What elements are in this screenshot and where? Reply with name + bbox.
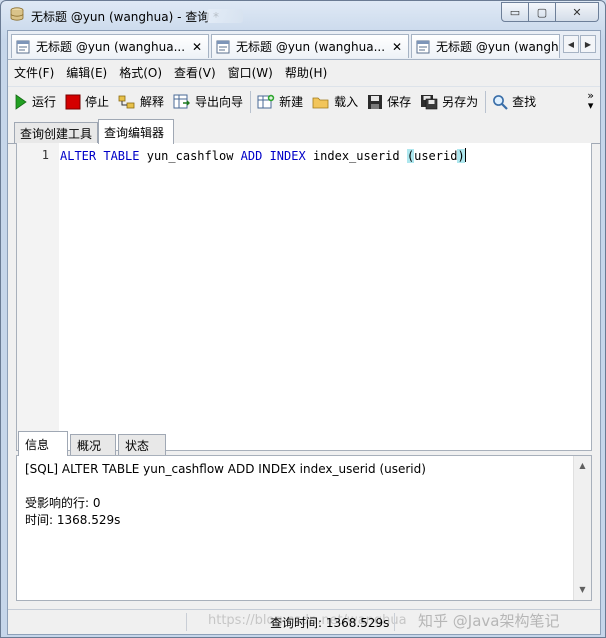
tab-close-icon[interactable]: ✕: [190, 40, 204, 54]
doc-tab-3[interactable]: 无标题 @yun (wangh: [411, 34, 560, 58]
save-label: 保存: [387, 95, 412, 109]
stop-button[interactable]: 停止: [65, 93, 109, 110]
scroll-up-icon[interactable]: ▲: [574, 458, 591, 474]
doc-tab-2[interactable]: 无标题 @yun (wanghua... ✕: [211, 34, 409, 58]
export-wizard-label: 导出向导: [195, 95, 244, 109]
find-button[interactable]: 查找: [492, 93, 536, 110]
tab-query-editor[interactable]: 查询编辑器: [98, 119, 174, 144]
tab-status[interactable]: 状态: [118, 434, 166, 456]
tab-query-builder[interactable]: 查询创建工具: [14, 122, 98, 143]
explain-icon: [118, 95, 135, 108]
search-icon: [493, 94, 508, 110]
tab-profile[interactable]: 概况: [70, 434, 116, 456]
query-time-text: 查询时间: 1368.529s: [270, 616, 390, 630]
query-tab-icon: [416, 40, 430, 53]
maximize-icon: ▢: [536, 5, 548, 19]
menu-help[interactable]: 帮助(H): [285, 64, 327, 81]
sql-keyword: ALTER: [60, 149, 97, 163]
doc-tab-label: 无标题 @yun (wangh: [436, 40, 559, 54]
message-sql: [SQL] ALTER TABLE yun_cashflow ADD INDEX…: [25, 462, 426, 476]
code-line[interactable]: ALTER TABLE yun_cashflow ADD INDEX index…: [60, 148, 466, 163]
toolbar-overflow-icon[interactable]: » ▾: [587, 89, 594, 111]
tab-scroll-left-icon[interactable]: ◀: [563, 35, 579, 53]
message-text: [SQL] ALTER TABLE yun_cashflow ADD INDEX…: [25, 461, 426, 529]
stop-icon: [65, 94, 81, 109]
minimize-icon: ▭: [509, 5, 521, 19]
save-as-icon: [421, 94, 438, 109]
line-number: 1: [41, 148, 49, 162]
sql-column-name: userid: [414, 149, 458, 163]
status-divider: [394, 613, 395, 631]
tab-close-icon[interactable]: ✕: [390, 40, 404, 54]
message-time: 时间: 1368.529s: [25, 513, 121, 527]
save-as-button[interactable]: 另存为: [420, 93, 478, 110]
toolbar-separator: [485, 90, 487, 113]
export-icon: [173, 94, 191, 108]
client-area: 无标题 @yun (wanghua... ✕ 无标题 @yun (wanghua…: [7, 30, 601, 635]
paren-close: ): [457, 149, 465, 163]
menu-edit[interactable]: 编辑(E): [66, 64, 107, 81]
maximize-button[interactable]: ▢: [529, 2, 556, 22]
sql-keyword: TABLE: [103, 149, 140, 163]
query-tab-icon: [16, 40, 30, 53]
message-affected-rows: 受影响的行: 0: [25, 496, 101, 510]
save-icon: [368, 94, 383, 109]
doc-tab-label: 无标题 @yun (wanghua...: [236, 40, 386, 54]
status-bar: https://blog.csdn.net/wanghua 查询时间: 1368…: [8, 609, 600, 634]
save-button[interactable]: 保存: [367, 93, 411, 110]
document-tab-strip: 无标题 @yun (wanghua... ✕ 无标题 @yun (wanghua…: [8, 31, 600, 60]
tab-info[interactable]: 信息: [18, 431, 68, 456]
close-button[interactable]: ✕: [556, 2, 599, 22]
watermark-brand: 知乎 @Java架构笔记: [418, 612, 560, 630]
sql-table-name: yun_cashflow: [146, 149, 234, 163]
message-scrollbar[interactable]: ▲ ▼: [573, 456, 591, 600]
menu-bar: 文件(F) 编辑(E) 格式(O) 查看(V) 窗口(W) 帮助(H): [8, 61, 600, 83]
sql-index-name: index_userid: [312, 149, 400, 163]
scroll-down-icon[interactable]: ▼: [574, 582, 591, 598]
export-wizard-button[interactable]: 导出向导: [173, 93, 243, 110]
editor-tab-strip: 查询创建工具 查询编辑器: [8, 119, 600, 144]
title-blur: [207, 9, 243, 23]
menu-file[interactable]: 文件(F): [14, 64, 54, 81]
stop-label: 停止: [85, 95, 110, 109]
text-caret: [464, 148, 466, 162]
load-label: 载入: [334, 95, 359, 109]
line-number-gutter: 1: [17, 143, 59, 450]
message-panel[interactable]: [SQL] ALTER TABLE yun_cashflow ADD INDEX…: [16, 455, 592, 601]
load-button[interactable]: 载入: [312, 93, 358, 110]
menu-window[interactable]: 窗口(W): [228, 64, 273, 81]
find-label: 查找: [512, 95, 537, 109]
tab-scroll-right-icon[interactable]: ▶: [580, 35, 596, 53]
sql-editor[interactable]: 1 ALTER TABLE yun_cashflow ADD INDEX ind…: [16, 143, 592, 451]
minimize-button[interactable]: ▭: [501, 2, 529, 22]
query-tab-icon: [216, 40, 230, 53]
explain-button[interactable]: 解释: [118, 93, 164, 110]
new-label: 新建: [279, 95, 304, 109]
run-label: 运行: [32, 95, 57, 109]
save-as-label: 另存为: [442, 95, 479, 109]
run-icon: [15, 93, 27, 110]
window-controls: ▭ ▢ ✕: [501, 2, 599, 22]
status-divider: [186, 613, 187, 631]
folder-icon: [312, 97, 329, 108]
new-button[interactable]: 新建: [257, 93, 303, 110]
app-window: 无标题 @yun (wanghua) - 查询 * ▭ ▢ ✕ 无标题 @yun…: [0, 0, 606, 638]
new-query-icon: [257, 94, 275, 108]
run-button[interactable]: 运行: [14, 93, 56, 110]
result-tab-strip: 信息 概况 状态: [16, 431, 592, 456]
title-bar[interactable]: 无标题 @yun (wanghua) - 查询 * ▭ ▢ ✕: [1, 1, 605, 29]
toolbar-separator: [250, 90, 252, 113]
doc-tab-1[interactable]: 无标题 @yun (wanghua... ✕: [11, 34, 209, 58]
app-icon: [10, 7, 24, 21]
explain-label: 解释: [140, 95, 165, 109]
sql-keyword: INDEX: [269, 149, 306, 163]
toolbar: 运行 停止 解释 导出向导 新建 载入 保存 另存为 查找 » ▾: [8, 86, 600, 116]
sql-keyword: ADD: [240, 149, 263, 163]
window-title: 无标题 @yun (wanghua) - 查询 *: [31, 10, 220, 24]
doc-tab-label: 无标题 @yun (wanghua...: [36, 40, 186, 54]
menu-format[interactable]: 格式(O): [119, 64, 162, 81]
menu-view[interactable]: 查看(V): [174, 64, 216, 81]
overflow-chevron: »: [587, 89, 594, 102]
close-icon: ✕: [572, 5, 582, 19]
